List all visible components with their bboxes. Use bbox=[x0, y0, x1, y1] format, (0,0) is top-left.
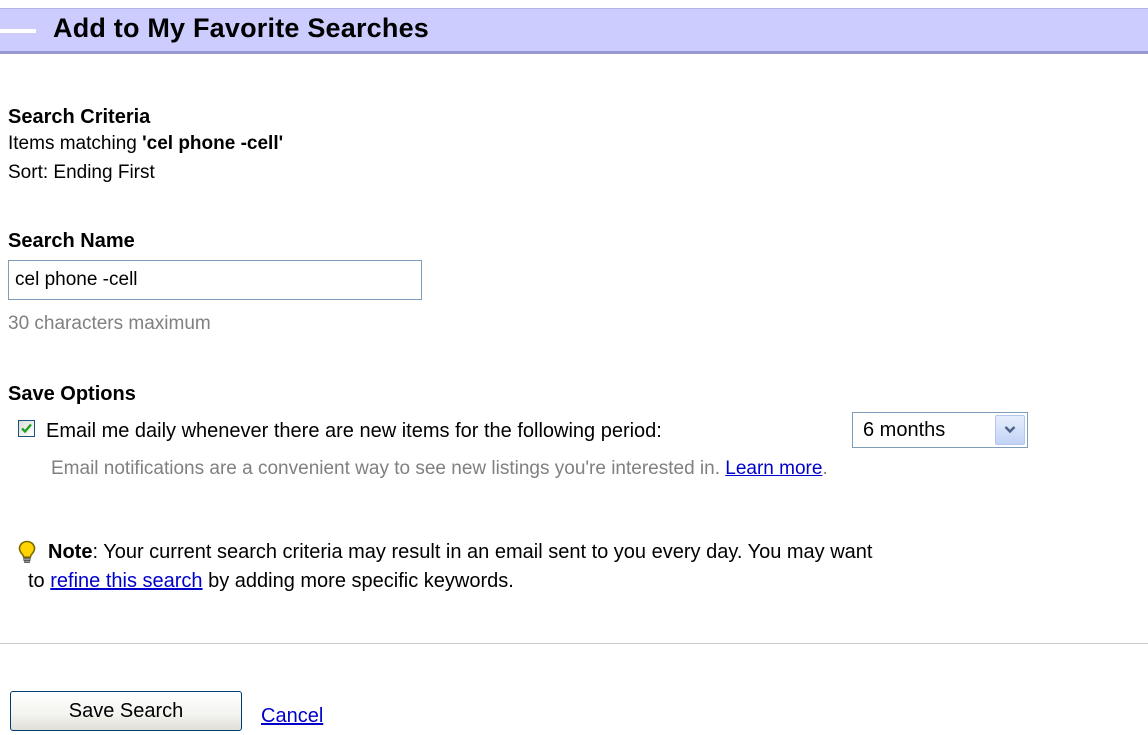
email-hint-end: . bbox=[822, 458, 828, 479]
learn-more-link[interactable]: Learn more bbox=[725, 458, 822, 479]
note-text-suffix: by adding more specific keywords. bbox=[202, 570, 514, 592]
note-line-1: Note: Your current search criteria may r… bbox=[48, 541, 872, 564]
period-dropdown-button[interactable] bbox=[995, 415, 1025, 445]
note-text: : Your current search criteria may resul… bbox=[92, 541, 873, 563]
note-line-2: to refine this search by adding more spe… bbox=[28, 570, 514, 593]
chevron-down-icon bbox=[1004, 426, 1016, 434]
favorite-search-page: Add to My Favorite Searches Search Crite… bbox=[0, 0, 1148, 735]
page-title: Add to My Favorite Searches bbox=[53, 13, 430, 43]
divider bbox=[0, 643, 1148, 644]
note-label: Note bbox=[48, 541, 93, 563]
search-name-input[interactable] bbox=[8, 260, 422, 300]
search-name-heading: Search Name bbox=[8, 230, 135, 252]
period-select[interactable]: 6 months bbox=[852, 412, 1028, 448]
note-text-prefix: to bbox=[28, 570, 51, 592]
search-query: 'cel phone -cell' bbox=[142, 133, 284, 154]
search-criteria-heading: Search Criteria bbox=[8, 106, 151, 128]
lightbulb-icon bbox=[18, 540, 36, 564]
save-options-heading: Save Options bbox=[8, 383, 136, 405]
email-notification-hint: Email notifications are a convenient way… bbox=[51, 458, 828, 480]
sort-order: Sort: Ending First bbox=[8, 162, 155, 183]
email-hint-text: Email notifications are a convenient way… bbox=[51, 458, 726, 479]
save-search-button[interactable]: Save Search bbox=[10, 691, 242, 731]
checkmark-icon bbox=[21, 423, 32, 434]
period-selected-value: 6 months bbox=[863, 419, 946, 441]
items-matching-line: Items matching 'cel phone -cell' bbox=[8, 133, 283, 155]
header-dash-decoration bbox=[0, 29, 36, 33]
email-daily-checkbox[interactable] bbox=[18, 420, 35, 437]
page-header: Add to My Favorite Searches bbox=[0, 8, 1148, 54]
cancel-link[interactable]: Cancel bbox=[261, 705, 323, 728]
email-daily-label: Email me daily whenever there are new it… bbox=[46, 420, 662, 442]
refine-search-link[interactable]: refine this search bbox=[50, 570, 202, 592]
items-matching-prefix: Items matching bbox=[8, 133, 143, 154]
search-name-hint: 30 characters maximum bbox=[8, 313, 211, 334]
